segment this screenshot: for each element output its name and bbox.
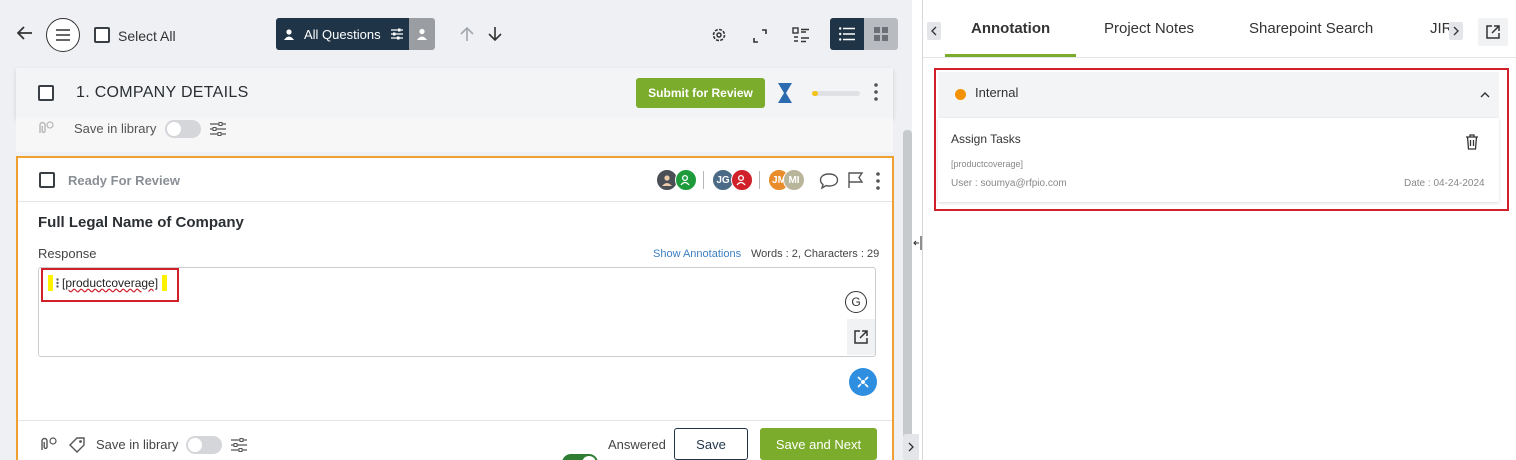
expand-icon[interactable] — [751, 27, 769, 45]
save-in-library-toggle-top[interactable] — [165, 120, 201, 138]
user-group-icon — [284, 29, 294, 40]
response-text: [productcoverage] — [62, 276, 159, 290]
response-editor[interactable]: [productcoverage] G — [38, 267, 876, 357]
arrow-up-icon[interactable] — [458, 24, 476, 44]
save-in-library-label-top: Save in library — [74, 121, 157, 136]
grid-view-icon[interactable] — [864, 18, 898, 50]
save-in-library-toggle[interactable] — [186, 436, 222, 454]
annotation-marker-icon — [56, 278, 59, 288]
checklist-view-icon[interactable] — [791, 25, 811, 45]
list-view-icon[interactable] — [830, 18, 864, 50]
assign-users-icon[interactable] — [675, 169, 697, 191]
all-questions-filter[interactable]: All Questions — [276, 18, 409, 50]
divider — [759, 171, 760, 189]
tab-sharepoint-search[interactable]: Sharepoint Search — [1249, 20, 1373, 37]
annotation-marker-end — [162, 275, 167, 291]
section-progress-bar — [812, 91, 860, 96]
annotation-marker-start — [48, 275, 53, 291]
arrow-down-icon[interactable] — [486, 24, 504, 44]
library-row-top: Save in library — [16, 118, 893, 152]
question-card: Ready For Review JG JM MI Full Legal Nam… — [16, 156, 894, 460]
side-panel: Annotation Project Notes Sharepoint Sear… — [922, 0, 1516, 460]
annotation-user: User : soumya@rfpio.com — [951, 178, 1067, 189]
annotation-title: Assign Tasks — [951, 132, 1021, 146]
question-status: Ready For Review — [68, 173, 180, 188]
toolbar: Select All All Questions — [0, 0, 912, 66]
grammar-check-icon[interactable]: G — [845, 291, 867, 313]
tabs-divider — [923, 57, 1516, 58]
open-external-icon[interactable] — [847, 319, 875, 355]
word-count: Words : 2, Characters : 29 — [751, 248, 880, 260]
settings-gear-icon[interactable] — [710, 26, 728, 44]
delete-trash-icon[interactable] — [1465, 134, 1479, 150]
annotation-item: Assign Tasks [productcoverage] User : so… — [938, 118, 1499, 202]
menu-icon[interactable] — [46, 18, 80, 52]
tabs-scroll-left-icon[interactable] — [927, 22, 941, 40]
section-header: 1. COMPANY DETAILS Submit for Review — [16, 68, 893, 118]
remove-user-icon[interactable] — [731, 169, 753, 191]
divider — [703, 171, 704, 189]
answered-label: Answered — [608, 437, 666, 452]
tabs-scroll-right-icon[interactable] — [1449, 22, 1463, 40]
select-all-label: Select All — [118, 28, 176, 44]
question-title: Full Legal Name of Company — [38, 214, 244, 231]
save-button[interactable]: Save — [674, 428, 748, 460]
collapse-pane-chevron-icon[interactable] — [903, 434, 919, 460]
pane-splitter[interactable] — [912, 0, 922, 460]
back-arrow-icon[interactable] — [14, 22, 36, 44]
library-settings-icon[interactable] — [231, 438, 247, 452]
show-annotations-link[interactable]: Show Annotations — [653, 248, 741, 260]
response-label: Response — [38, 246, 97, 261]
submit-for-review-button[interactable]: Submit for Review — [636, 78, 765, 108]
attachment-icon[interactable] — [38, 436, 58, 452]
annotation-tag: [productcoverage] — [951, 159, 1024, 169]
ai-assist-icon[interactable] — [849, 368, 877, 396]
library-settings-icon-top[interactable] — [210, 122, 226, 136]
pop-out-icon[interactable] — [1478, 18, 1508, 46]
answered-toggle[interactable] — [562, 454, 598, 460]
filter-sliders-icon — [390, 28, 403, 40]
flag-icon[interactable] — [847, 171, 865, 189]
question-kebab-icon[interactable] — [875, 171, 881, 191]
comment-icon[interactable] — [819, 172, 839, 190]
annotation-group-name: Internal — [975, 85, 1019, 100]
save-in-library-label: Save in library — [96, 437, 179, 452]
status-dot — [955, 89, 966, 100]
question-workspace: Select All All Questions 1. COMPANY DETA… — [0, 0, 912, 460]
tab-project-notes[interactable]: Project Notes — [1104, 20, 1194, 37]
tab-annotation[interactable]: Annotation — [971, 20, 1050, 37]
attachment-icon[interactable] — [36, 120, 54, 136]
footer-divider — [18, 420, 892, 421]
annotation-date: Date : 04-24-2024 — [1404, 178, 1485, 189]
section-kebab-icon[interactable] — [873, 82, 879, 102]
single-user-filter-icon[interactable] — [409, 18, 435, 50]
all-questions-label: All Questions — [304, 26, 381, 42]
section-progress-fill — [812, 91, 818, 96]
section-checkbox[interactable] — [38, 85, 54, 101]
save-and-next-button[interactable]: Save and Next — [760, 428, 877, 460]
chevron-up-icon[interactable] — [1479, 90, 1491, 100]
section-title: 1. COMPANY DETAILS — [76, 84, 249, 101]
scrollbar[interactable] — [903, 130, 912, 460]
tag-icon[interactable] — [68, 436, 86, 454]
select-all-checkbox[interactable] — [94, 27, 110, 43]
question-checkbox[interactable] — [39, 172, 55, 188]
annotation-group-header[interactable]: Internal — [938, 72, 1499, 118]
avatar-mi[interactable]: MI — [783, 169, 805, 191]
hourglass-icon — [777, 82, 793, 104]
